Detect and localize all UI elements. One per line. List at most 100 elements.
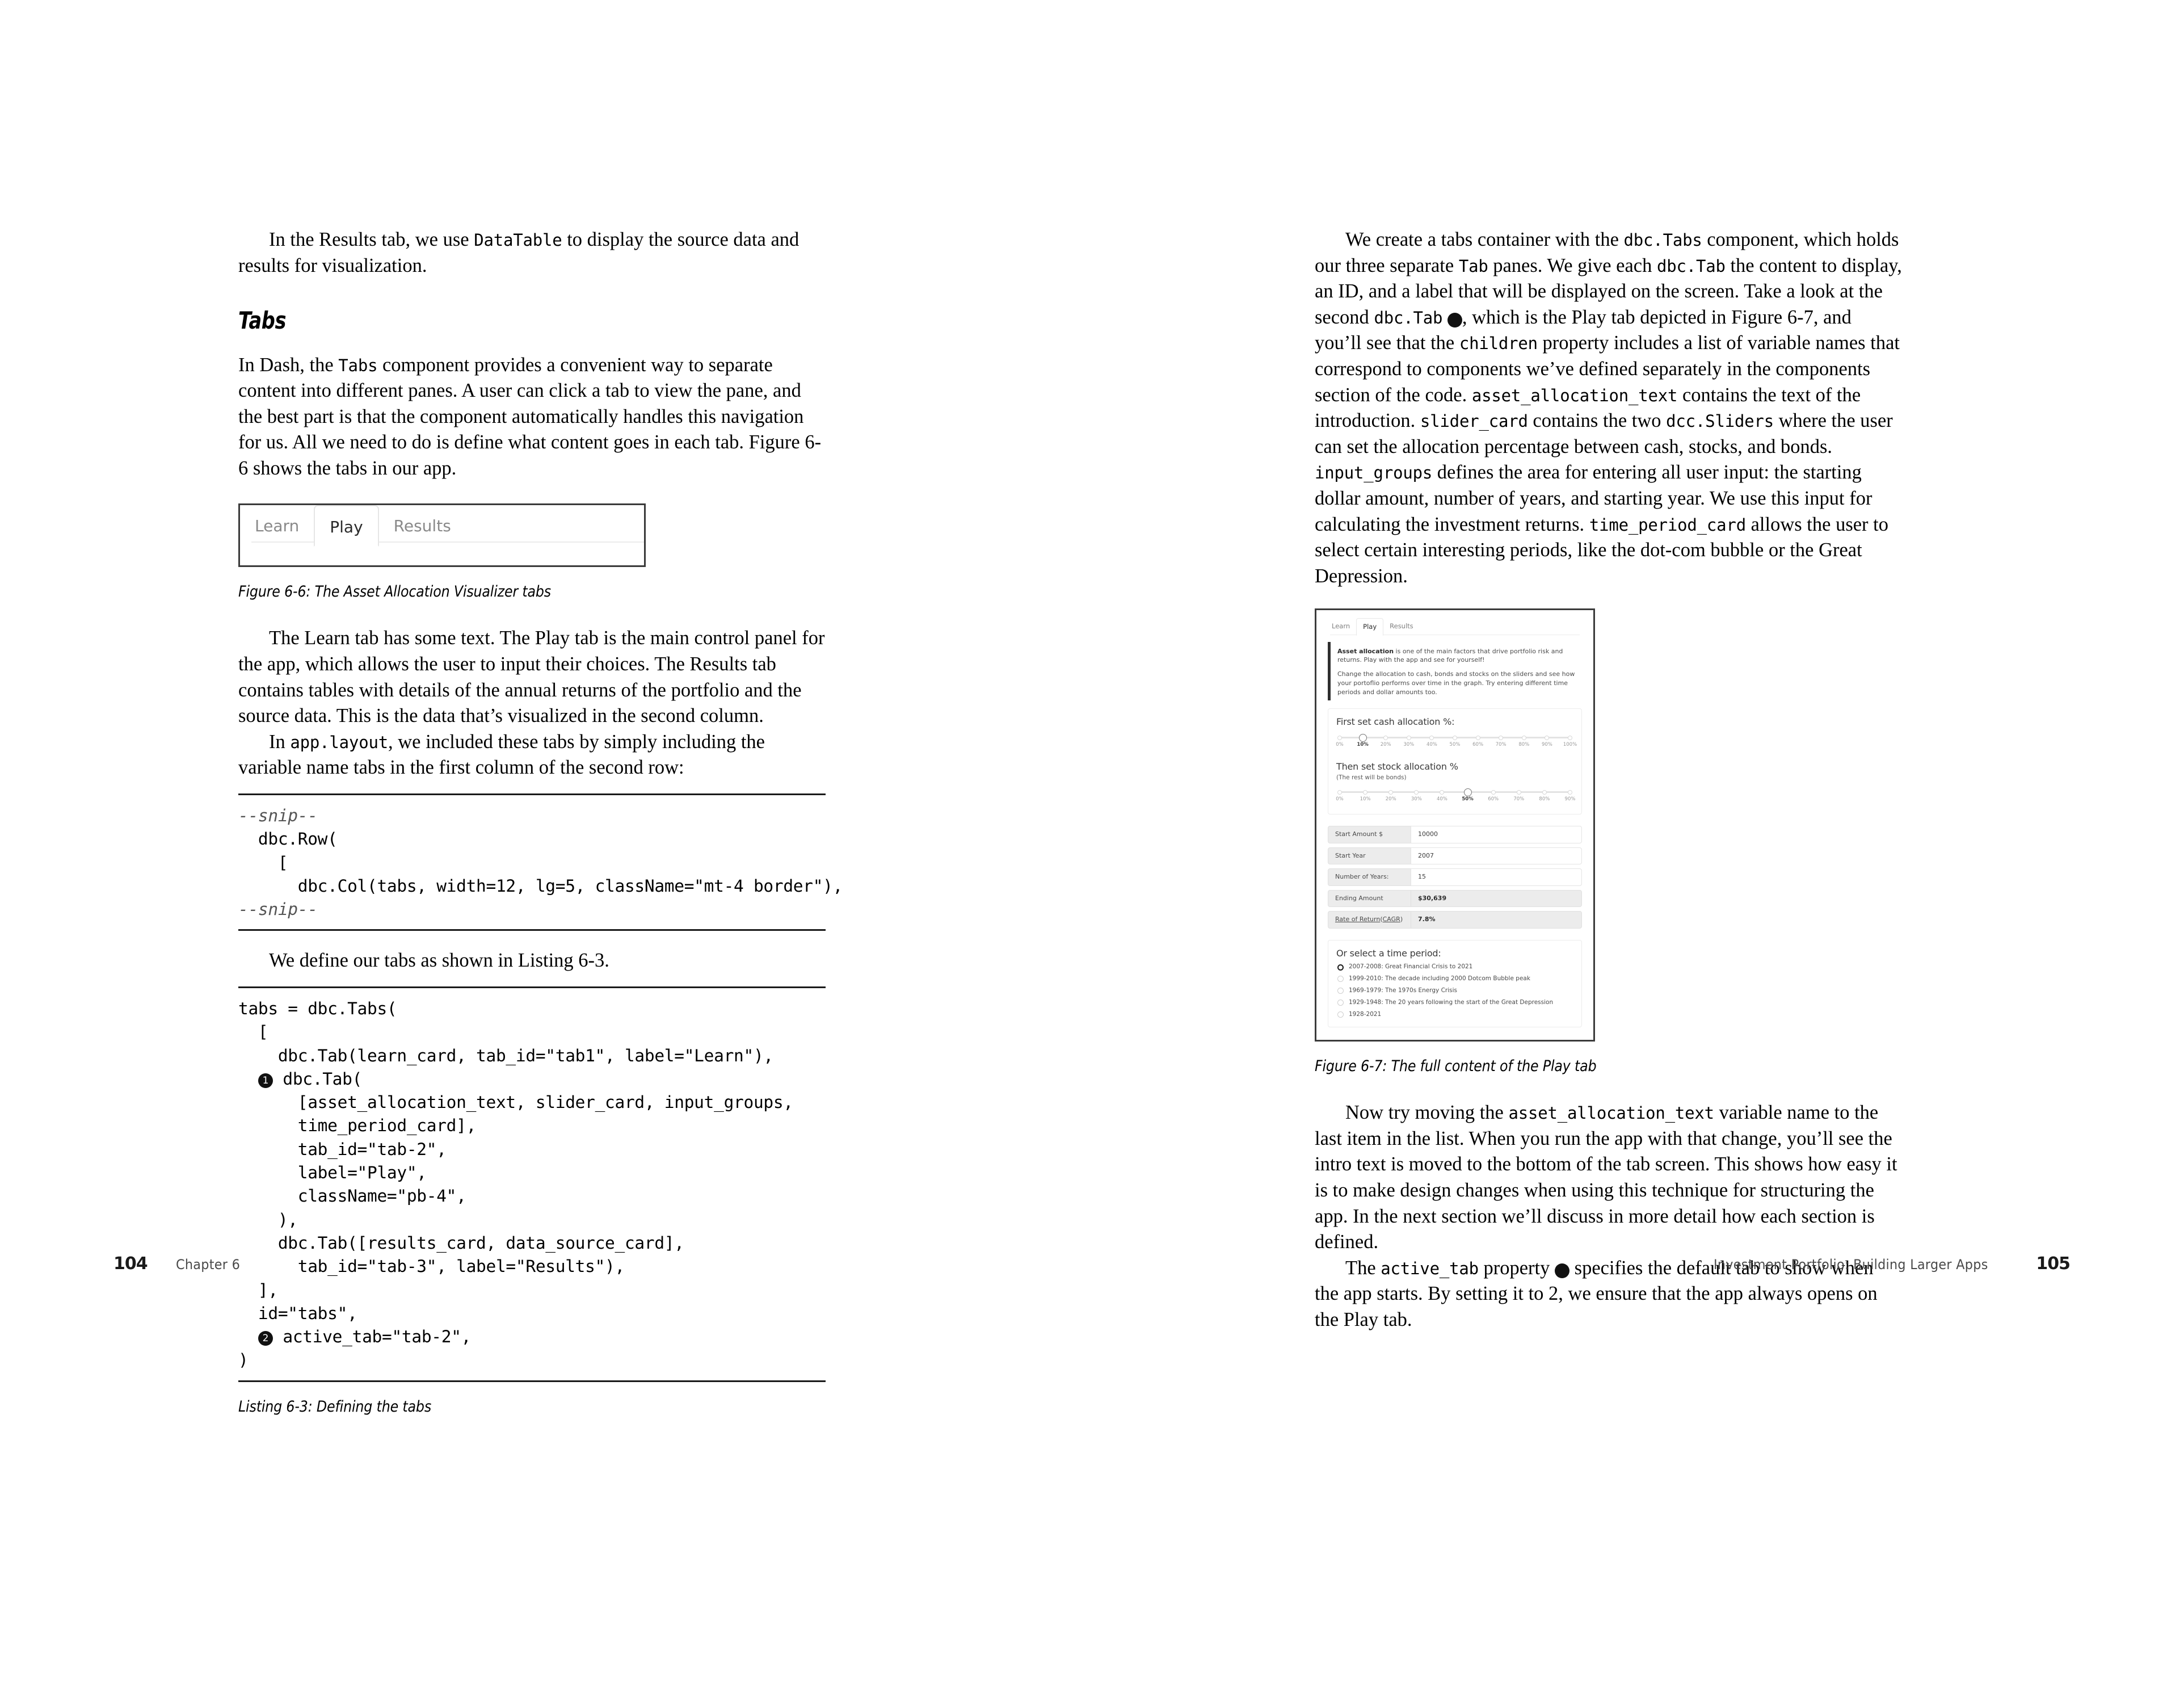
inline-code: asset_allocation_text (1471, 385, 1678, 405)
stock-allocation-subtitle: (The rest will be bonds) (1336, 774, 1407, 782)
paragraph-results-tab: In the Results tab, we use DataTable to … (238, 227, 826, 279)
slider-tick[interactable] (1337, 790, 1342, 795)
slider-tick[interactable] (1568, 735, 1572, 740)
input-group-label: Start Amount $ (1328, 826, 1411, 843)
alert-body-paragraph: Change the allocation to cash, bonds and… (1337, 670, 1575, 696)
slider-tick-label: 80% (1518, 742, 1530, 748)
tab-play[interactable]: Play (314, 505, 379, 547)
slider-tick[interactable] (1388, 790, 1394, 795)
page-number-right: 105 (2036, 1254, 2071, 1274)
snippet-block: --snip-- dbc.Row( [ dbc.Col(tabs, width=… (238, 793, 843, 931)
radio-option-label: 1928-2021 (1349, 1010, 1382, 1018)
slider-tick-label: 80% (1539, 796, 1550, 803)
inline-code: active_tab (1381, 1258, 1479, 1278)
slider-tick-label: 0% (1336, 742, 1344, 748)
slider-tick-label: 30% (1411, 796, 1422, 803)
slider-tick[interactable] (1337, 735, 1342, 740)
time-period-radio-option[interactable]: 1969-1979: The 1970s Energy Crisis (1337, 987, 1573, 995)
snippet-rule-bottom (238, 929, 826, 931)
slider-tick[interactable] (1453, 735, 1457, 740)
figure-6-7-play-tab-screenshot: Learn Play Results Asset allocation is o… (1315, 608, 1595, 1042)
inline-code: children (1459, 334, 1538, 354)
slider-tick-label: 70% (1495, 742, 1507, 748)
input-group-row: Number of Years: 15 (1328, 868, 1582, 886)
f7-tab-results[interactable]: Results (1383, 618, 1420, 634)
radio-button-icon[interactable] (1337, 988, 1344, 994)
figure-6-6-tabs-widget: Learn Play Results (238, 503, 646, 567)
inline-text: panes. We give each (1488, 254, 1657, 276)
slider-tick[interactable] (1542, 790, 1547, 795)
slider-handle[interactable] (1358, 733, 1367, 742)
tab-results[interactable]: Results (379, 505, 466, 544)
callout-1-icon: 1 (258, 1073, 273, 1088)
slider-tick-label: 100% (1563, 742, 1577, 748)
p2-pre: In Dash, the (238, 354, 339, 376)
input-group-row: Start Year 2007 (1328, 847, 1582, 865)
inline-code: dbc.Tab (1374, 308, 1443, 327)
time-period-radio-group[interactable]: 2007-2008: Great Financial Crisis to 202… (1336, 963, 1573, 1018)
figure-6-6-caption: Figure 6-6: The Asset Allocation Visuali… (238, 582, 552, 601)
inline-code: dbc.Tab (1657, 256, 1726, 276)
slider-tick-label: 90% (1541, 742, 1552, 748)
slider-tick[interactable] (1383, 735, 1388, 740)
time-period-radio-option[interactable]: 1929-1948: The 20 years following the st… (1337, 999, 1573, 1007)
paragraph-now-try-moving: Now try moving the asset_allocation_text… (1315, 1100, 1902, 1255)
slider-tick-label: 30% (1403, 742, 1415, 748)
left-text-column: In the Results tab, we use DataTable to … (238, 227, 843, 1417)
radio-button-icon[interactable] (1337, 1000, 1344, 1006)
input-group-field[interactable]: 10000 (1411, 826, 1582, 843)
tab-learn[interactable]: Learn (240, 505, 314, 544)
input-group-field[interactable]: 15 (1411, 868, 1582, 886)
f7-tab-learn[interactable]: Learn (1325, 618, 1356, 634)
p2-code: Tabs (338, 355, 378, 375)
callout-2-icon: 2 (258, 1331, 273, 1346)
slider-tick[interactable] (1545, 735, 1550, 740)
slider-handle[interactable] (1463, 788, 1472, 796)
f7-tabstrip: Learn Play Results (1325, 618, 1584, 636)
slider-tick[interactable] (1414, 790, 1419, 795)
slider-tick-label: 60% (1472, 742, 1484, 748)
listing-6-3-caption: Listing 6-3: Defining the tabs (238, 1397, 432, 1416)
input-group-label: Number of Years: (1328, 868, 1411, 886)
slider-tick[interactable] (1429, 735, 1434, 740)
stock-allocation-slider[interactable]: 0% 10% 20% 30% 40% 50% 60% 70% 80% 90% (1336, 788, 1575, 806)
slider-card: First set cash allocation %: 0% 10% 20% 30%… (1328, 708, 1582, 815)
slider-tick[interactable] (1499, 735, 1504, 740)
stock-slider-track[interactable] (1340, 791, 1570, 793)
f7-tab-play[interactable]: Play (1356, 618, 1384, 636)
time-period-radio-option[interactable]: 2007-2008: Great Financial Crisis to 202… (1337, 963, 1573, 971)
slider-tick-label: 20% (1380, 742, 1391, 748)
inline-code: dbc.Tabs (1623, 230, 1702, 250)
p1-code: DataTable (474, 230, 562, 250)
slider-tick[interactable] (1568, 790, 1572, 795)
stock-allocation-title: Then set stock allocation % (1336, 761, 1458, 772)
inline-text: contains the two (1527, 410, 1667, 432)
slider-tick[interactable] (1521, 735, 1526, 740)
slider-tick[interactable] (1491, 790, 1496, 795)
p1-pre: In the Results tab, we use (269, 229, 474, 250)
footer-left: 104 Chapter 6 (113, 1254, 245, 1274)
time-period-radio-option[interactable]: 1999-2010: The decade including 2000 Dot… (1337, 975, 1573, 983)
radio-button-icon[interactable] (1337, 964, 1344, 971)
time-period-radio-option[interactable]: 1928-2021 (1337, 1011, 1573, 1019)
slider-tick[interactable] (1363, 790, 1368, 795)
alert-lead-paragraph: Asset allocation is one of the main fact… (1337, 647, 1577, 665)
cash-allocation-slider[interactable]: 0% 10% 20% 30% 40% 50% 60% 70% 80% 90% 100% (1336, 733, 1577, 751)
slider-tick[interactable] (1406, 735, 1411, 740)
radio-button-icon[interactable] (1337, 1011, 1344, 1018)
snippet-code: --snip-- dbc.Row( [ dbc.Col(tabs, width=… (238, 805, 843, 919)
inline-text (1442, 306, 1447, 328)
slider-tick[interactable] (1475, 735, 1480, 740)
slider-tick-label: 50% (1449, 742, 1461, 748)
input-group-field[interactable]: 2007 (1411, 847, 1582, 865)
inline-code: time_period_card (1589, 515, 1746, 535)
radio-button-icon[interactable] (1337, 976, 1344, 982)
book-spread: In the Results tab, we use DataTable to … (0, 0, 2184, 1688)
listing-6-3-block: tabs = dbc.Tabs( [ dbc.Tab(learn_card, t… (238, 986, 826, 1382)
slider-tick[interactable] (1440, 790, 1445, 795)
slider-tick[interactable] (1516, 790, 1521, 795)
radio-option-label: 1929-1948: The 20 years following the st… (1349, 998, 1554, 1006)
input-group-readonly-value: $30,639 (1411, 889, 1582, 908)
inline-text: We create a tabs container with the (1345, 229, 1624, 250)
inline-code: dcc.Sliders (1666, 411, 1774, 431)
